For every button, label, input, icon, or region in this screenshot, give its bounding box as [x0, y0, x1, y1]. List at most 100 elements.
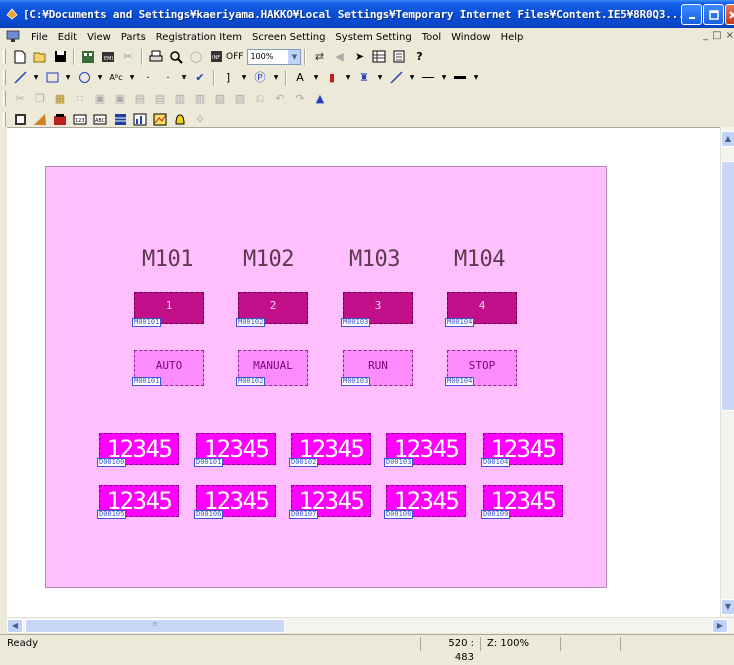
- horizontal-scroll-thumb[interactable]: ≡: [25, 619, 285, 633]
- circle-tool-icon[interactable]: [76, 70, 92, 86]
- menu-screen-setting[interactable]: Screen Setting: [247, 32, 330, 43]
- open-folder-icon[interactable]: [32, 49, 48, 65]
- chevron-down-icon[interactable]: ▼: [408, 70, 416, 86]
- pen-color-icon[interactable]: ▮: [324, 70, 340, 86]
- redo-icon[interactable]: ↷: [292, 91, 308, 107]
- vertical-scrollbar[interactable]: ▲ ▼: [720, 127, 734, 619]
- toolbar-grip[interactable]: [3, 91, 6, 106]
- align-bottom-icon[interactable]: ▥: [192, 91, 208, 107]
- mdi-minimize-icon[interactable]: _: [703, 30, 708, 41]
- chevron-down-icon[interactable]: ▼: [472, 70, 480, 86]
- go-back-icon[interactable]: ⇄: [311, 49, 327, 65]
- align-right-icon[interactable]: ▤: [152, 91, 168, 107]
- ungroup-icon[interactable]: ▣: [92, 91, 108, 107]
- undo-icon[interactable]: ↶: [272, 91, 288, 107]
- horizontal-scrollbar[interactable]: ◀ ≡ ▶: [7, 617, 734, 633]
- document-window-icon[interactable]: [6, 30, 22, 44]
- scroll-right-icon[interactable]: ▶: [712, 619, 728, 633]
- vertical-scroll-thumb[interactable]: [721, 161, 734, 411]
- scroll-up-icon[interactable]: ▲: [721, 131, 734, 147]
- line-color-icon[interactable]: [388, 70, 404, 86]
- chevron-down-icon[interactable]: ▼: [96, 70, 104, 86]
- lamp-part-icon[interactable]: [32, 112, 48, 128]
- fill-color-icon[interactable]: ♜: [356, 70, 372, 86]
- line-tool-icon[interactable]: [12, 70, 28, 86]
- menu-tool[interactable]: Tool: [417, 32, 446, 43]
- menu-parts[interactable]: Parts: [116, 32, 151, 43]
- mdi-close-icon[interactable]: ×: [726, 30, 734, 41]
- chevron-down-icon[interactable]: ▼: [64, 70, 72, 86]
- chevron-down-icon[interactable]: ▼: [240, 70, 248, 86]
- search-icon[interactable]: [168, 49, 184, 65]
- line-width-icon[interactable]: [452, 70, 468, 86]
- close-button[interactable]: [725, 4, 734, 25]
- toolbar-grip[interactable]: [3, 112, 6, 127]
- menu-system-setting[interactable]: System Setting: [330, 32, 416, 43]
- bit-label[interactable]: M102: [243, 247, 313, 272]
- bit-label[interactable]: M103: [349, 247, 419, 272]
- numeric-part-icon[interactable]: 123: [72, 112, 88, 128]
- group-icon[interactable]: ∷: [72, 91, 88, 107]
- cut-icon[interactable]: ✂: [12, 91, 28, 107]
- chevron-down-icon[interactable]: ▼: [440, 70, 448, 86]
- bit-label[interactable]: M101: [142, 247, 212, 272]
- toolbar-grip[interactable]: [3, 49, 6, 64]
- spacing-icon[interactable]: ▧: [232, 91, 248, 107]
- chevron-down-icon[interactable]: ▼: [288, 49, 301, 64]
- copy-icon[interactable]: ❐: [32, 91, 48, 107]
- print-icon[interactable]: [148, 49, 164, 65]
- toolbar-grip[interactable]: [3, 70, 6, 85]
- mdi-restore-icon[interactable]: □: [712, 30, 721, 41]
- graph-part-icon[interactable]: [132, 112, 148, 128]
- paste-icon[interactable]: ▦: [52, 91, 68, 107]
- misc-part-icon[interactable]: ♢: [192, 112, 208, 128]
- menu-window[interactable]: Window: [446, 32, 495, 43]
- save-icon[interactable]: [52, 49, 68, 65]
- bit-label[interactable]: M104: [454, 247, 524, 272]
- arrow-left-icon[interactable]: ◀: [331, 49, 347, 65]
- menu-file[interactable]: File: [26, 32, 53, 43]
- hmi-screen-canvas[interactable]: M101 M102 M103 M104 1 M00101 2 M00102 3 …: [45, 166, 607, 588]
- copy-icon[interactable]: ✂: [120, 49, 136, 65]
- minimize-button[interactable]: [681, 4, 702, 25]
- menu-help[interactable]: Help: [496, 32, 529, 43]
- help-icon[interactable]: ?: [411, 49, 427, 65]
- chevron-down-icon[interactable]: ▼: [344, 70, 352, 86]
- paint-fill-icon[interactable]: ✔: [192, 70, 208, 86]
- font-color-icon[interactable]: A: [292, 70, 308, 86]
- chevron-down-icon[interactable]: ▼: [180, 70, 188, 86]
- rectangle-tool-icon[interactable]: [44, 70, 60, 86]
- memory-table-icon[interactable]: [391, 49, 407, 65]
- scroll-down-icon[interactable]: ▼: [721, 599, 734, 615]
- zoom-select[interactable]: 100% ▼: [247, 48, 302, 65]
- chevron-down-icon[interactable]: ▼: [376, 70, 384, 86]
- alarm-part-icon[interactable]: [172, 112, 188, 128]
- table-part-icon[interactable]: [112, 112, 128, 128]
- scroll-left-icon[interactable]: ◀: [7, 619, 23, 633]
- menu-edit[interactable]: Edit: [53, 32, 82, 43]
- select-icon[interactable]: ▲: [312, 91, 328, 107]
- switch-part-icon[interactable]: [12, 112, 28, 128]
- arrow-right-icon[interactable]: ➤: [351, 49, 367, 65]
- chart-part-icon[interactable]: [152, 112, 168, 128]
- text-tool-icon[interactable]: Aᴮc: [108, 70, 124, 86]
- chevron-down-icon[interactable]: ▼: [128, 70, 136, 86]
- dot-icon[interactable]: ·: [160, 70, 176, 86]
- new-file-icon[interactable]: [12, 49, 28, 65]
- menu-view[interactable]: View: [82, 32, 116, 43]
- align-left-icon[interactable]: ▤: [132, 91, 148, 107]
- message-part-icon[interactable]: [52, 112, 68, 128]
- screen-list-icon[interactable]: [371, 49, 387, 65]
- distribute-icon[interactable]: ▧: [212, 91, 228, 107]
- menu-registration-item[interactable]: Registration Item: [151, 32, 247, 43]
- grid-toggle-icon[interactable]: INF: [208, 49, 224, 65]
- chevron-down-icon[interactable]: ▼: [32, 70, 40, 86]
- screen-icon[interactable]: EMI: [100, 49, 116, 65]
- align-top-icon[interactable]: ▥: [172, 91, 188, 107]
- screen-editor-area[interactable]: M101 M102 M103 M104 1 M00101 2 M00102 3 …: [7, 127, 734, 619]
- cut-icon[interactable]: [80, 49, 96, 65]
- mirror-icon[interactable]: ◯: [188, 49, 204, 65]
- front-icon[interactable]: ▣: [112, 91, 128, 107]
- dot-icon[interactable]: ·: [140, 70, 156, 86]
- maximize-button[interactable]: [703, 4, 724, 25]
